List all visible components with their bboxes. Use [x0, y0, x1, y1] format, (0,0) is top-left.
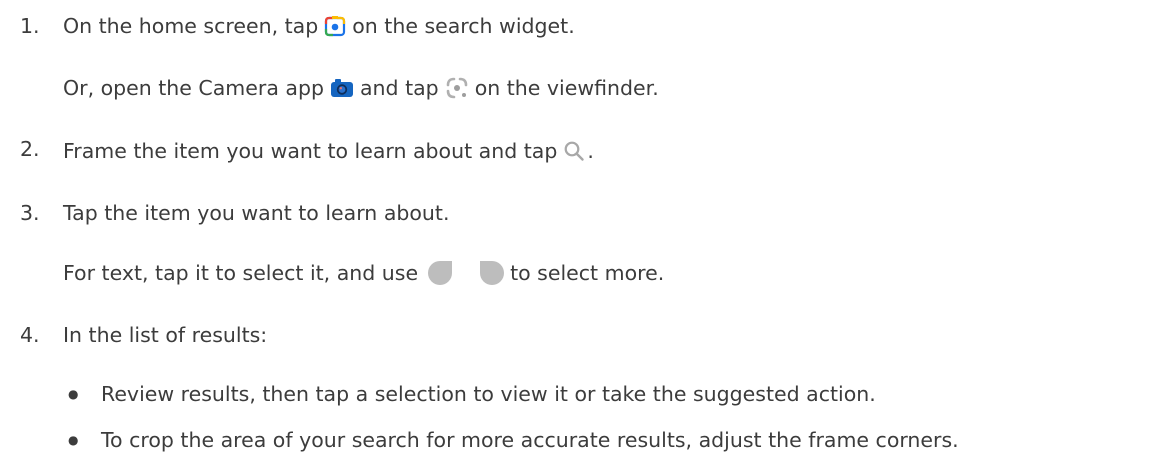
- step-3-sub-before: For text, tap it to select it, and use: [63, 261, 419, 285]
- selection-handles-icon: [426, 260, 506, 286]
- step-number: 4.: [20, 323, 40, 347]
- step-3-sub-after: to select more.: [510, 261, 665, 285]
- bullet: ●: [68, 387, 79, 401]
- bullet-1-text: Review results, then tap a selection to …: [101, 382, 876, 406]
- alt-text-middle: and tap: [360, 76, 439, 100]
- alt-text-after: on the viewfinder.: [474, 76, 659, 100]
- step-2-text-before: Frame the item you want to learn about a…: [63, 139, 558, 163]
- step-3-text: Tap the item you want to learn about.: [63, 201, 450, 225]
- search-icon: [563, 140, 585, 162]
- lens-viewfinder-icon: [445, 76, 469, 100]
- step-2-text-after: .: [587, 139, 594, 163]
- step-1-text-after: on the search widget.: [352, 14, 575, 38]
- step-1-alternative: Or, open the Camera app and tap on the v…: [63, 74, 659, 102]
- google-lens-icon: [324, 15, 346, 37]
- step-2-text: Frame the item you want to learn about a…: [63, 137, 594, 165]
- step-3-text: Tap the item you want to learn about.: [63, 199, 449, 227]
- step-3-subtext: For text, tap it to select it, and use t…: [63, 259, 664, 287]
- step-number: 1.: [20, 14, 40, 38]
- alt-text-before: Or, open the Camera app: [63, 76, 324, 100]
- bullet: ●: [68, 433, 79, 447]
- bullet-2-text: To crop the area of your search for more…: [101, 428, 959, 452]
- step-4-text: In the list of results:: [63, 321, 267, 349]
- list-item-text: Review results, then tap a selection to …: [101, 380, 876, 408]
- camera-app-icon: [330, 78, 354, 98]
- step-4-text: In the list of results:: [63, 323, 268, 347]
- step-1-text: On the home screen, tap on the search wi…: [63, 12, 575, 40]
- step-number: 2.: [20, 137, 40, 161]
- step-1-text-before: On the home screen, tap: [63, 14, 319, 38]
- list-item-text: To crop the area of your search for more…: [101, 426, 959, 454]
- step-number: 3.: [20, 201, 40, 225]
